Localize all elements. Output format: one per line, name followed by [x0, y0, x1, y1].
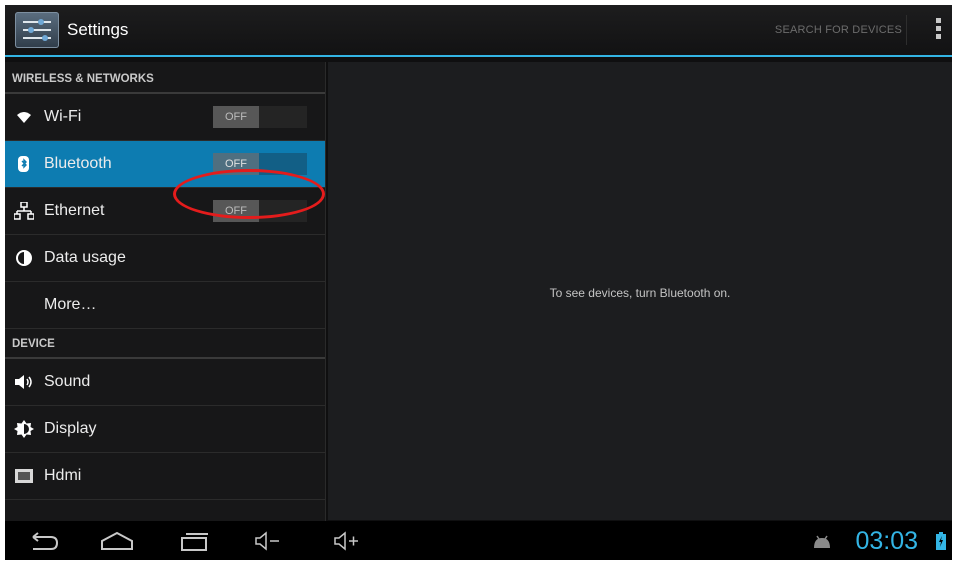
sidebar-item-data-usage[interactable]: Data usage [5, 235, 325, 282]
annotation-circle [173, 169, 325, 219]
sidebar-item-label: Sound [44, 373, 91, 390]
search-for-devices-button[interactable]: SEARCH FOR DEVICES [775, 24, 902, 36]
app-title: Settings [67, 20, 129, 39]
sidebar-item-sound[interactable]: Sound [5, 359, 325, 406]
action-bar: Settings SEARCH FOR DEVICES [5, 5, 952, 57]
brightness-icon [14, 420, 34, 438]
sidebar-item-label: Display [44, 420, 97, 437]
settings-app-icon[interactable] [15, 12, 59, 48]
sidebar-item-display[interactable]: Display [5, 406, 325, 453]
volume-up-icon[interactable] [331, 530, 361, 552]
ethernet-icon [14, 202, 34, 220]
sidebar-item-hdmi[interactable]: Hdmi [5, 453, 325, 500]
toggle-thumb: OFF [213, 106, 259, 128]
settings-list: WIRELESS & NETWORKS Wi-Fi OFF Bluetooth … [5, 62, 326, 522]
recent-apps-icon[interactable] [176, 530, 212, 552]
wifi-icon [17, 112, 31, 123]
volume-down-icon[interactable] [252, 530, 282, 552]
sidebar-item-label: Ethernet [44, 202, 105, 219]
hdmi-icon [15, 469, 33, 483]
wifi-toggle[interactable]: OFF [213, 106, 307, 128]
system-bar: 03:03 [5, 521, 952, 560]
bluetooth-icon [18, 156, 29, 172]
sidebar-item-wifi[interactable]: Wi-Fi OFF [5, 94, 325, 141]
android-debug-icon [814, 535, 830, 548]
section-header-wireless: WIRELESS & NETWORKS [5, 62, 325, 94]
data-usage-icon [16, 250, 32, 266]
empty-state-message: To see devices, turn Bluetooth on. [549, 286, 731, 300]
section-header-device: DEVICE [5, 329, 325, 359]
overflow-menu-icon[interactable] [932, 18, 944, 42]
action-bar-divider [906, 15, 907, 45]
speaker-icon [15, 375, 32, 389]
clock: 03:03 [855, 527, 918, 555]
back-icon[interactable] [25, 530, 61, 552]
sidebar-item-label: Hdmi [44, 467, 82, 484]
home-icon[interactable] [99, 530, 135, 552]
sidebar-item-more[interactable]: More… [5, 282, 325, 329]
sidebar-item-label: Wi-Fi [44, 108, 82, 125]
sidebar-item-label: Data usage [44, 249, 126, 266]
screen: Settings SEARCH FOR DEVICES WIRELESS & N… [5, 5, 952, 560]
bluetooth-devices-pane: To see devices, turn Bluetooth on. [328, 62, 952, 520]
sidebar-item-label: Bluetooth [44, 155, 112, 172]
sidebar-item-label: More… [44, 296, 97, 313]
battery-charging-icon [936, 532, 946, 550]
